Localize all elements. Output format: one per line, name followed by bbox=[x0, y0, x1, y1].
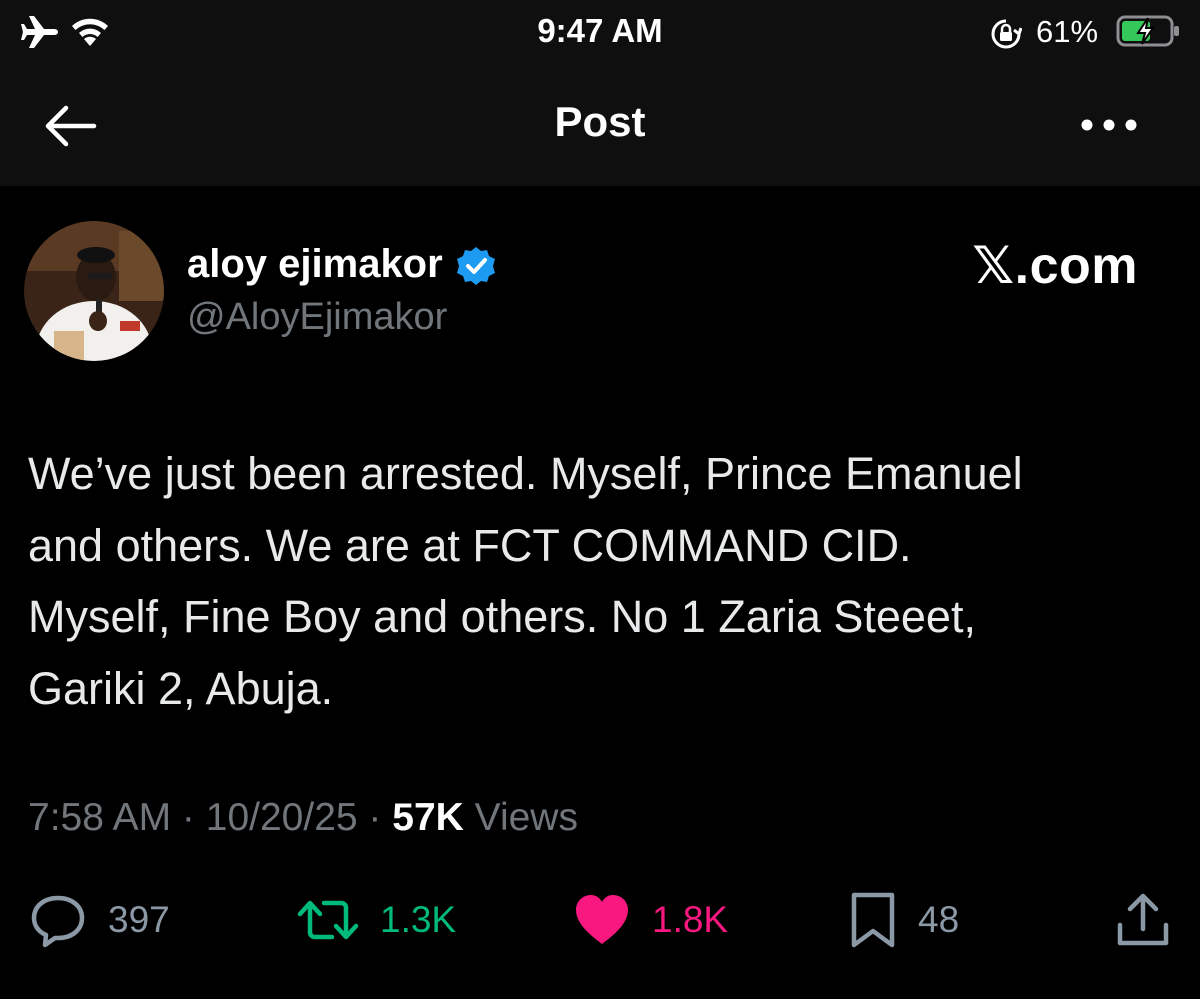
status-bar: 9:47 AM 61% bbox=[0, 0, 1200, 64]
reply-count: 397 bbox=[108, 899, 170, 940]
post-date[interactable]: 10/20/25 bbox=[206, 796, 358, 839]
author-avatar[interactable] bbox=[24, 221, 164, 361]
repost-icon bbox=[297, 900, 359, 940]
more-horizontal-icon bbox=[1081, 119, 1137, 131]
meta-separator: · bbox=[171, 796, 206, 839]
post-text: We’ve just been arrested. Myself, Prince… bbox=[28, 448, 1023, 714]
post-meta: 7:58 AM · 10/20/25 · 57K Views bbox=[28, 796, 578, 840]
avatar-photo bbox=[24, 221, 164, 361]
bookmark-icon bbox=[851, 892, 895, 948]
verified-badge-icon bbox=[456, 247, 495, 285]
repost-button[interactable]: 1.3K bbox=[296, 890, 456, 950]
author-handle[interactable]: @AloyEjimakor bbox=[187, 296, 447, 339]
share-icon bbox=[1117, 893, 1169, 946]
reply-button[interactable]: 397 bbox=[28, 890, 170, 950]
reply-icon bbox=[31, 895, 85, 948]
lock-rotation-icon bbox=[991, 19, 1022, 49]
bookmark-button[interactable]: 48 bbox=[848, 890, 959, 950]
battery-percentage: 61% bbox=[1036, 14, 1099, 49]
like-count: 1.8K bbox=[652, 899, 729, 940]
site-watermark: 𝕏.com bbox=[972, 237, 1138, 295]
top-navigation-bar: Post bbox=[0, 64, 1200, 186]
share-button[interactable] bbox=[1114, 890, 1172, 950]
post-time[interactable]: 7:58 AM bbox=[28, 796, 171, 839]
more-options-button[interactable] bbox=[1074, 100, 1144, 150]
author-name[interactable]: aloy ejimakor bbox=[187, 242, 443, 287]
bookmark-count: 48 bbox=[918, 899, 960, 940]
battery-charging-icon bbox=[1116, 15, 1179, 47]
page-title: Post bbox=[554, 98, 646, 145]
meta-separator: · bbox=[357, 796, 393, 839]
views-count: 57K bbox=[392, 796, 464, 839]
heart-filled-icon bbox=[576, 895, 628, 944]
like-button[interactable]: 1.8K bbox=[572, 890, 728, 950]
repost-count: 1.3K bbox=[380, 899, 457, 940]
author-name-row: aloy ejimakor bbox=[187, 240, 497, 288]
views-label: Views bbox=[463, 796, 578, 839]
